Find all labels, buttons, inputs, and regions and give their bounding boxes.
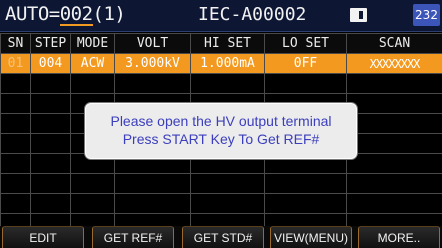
- header-scan: SCAN: [346, 33, 442, 54]
- cell-scan: XXXXXXXX: [346, 53, 442, 74]
- dialog-line-1: Please open the HV output terminal: [110, 113, 332, 129]
- cell-sn: 01: [0, 53, 31, 74]
- file-name: IEC-A00002: [198, 4, 307, 25]
- header-sn: SN: [0, 33, 31, 54]
- cell-lo-set: 0FF: [264, 53, 347, 74]
- header-volt: VOLT: [114, 33, 191, 54]
- cell-mode: ACW: [70, 53, 115, 74]
- table-header-row: SN STEP MODE VOLT HI SET LO SET SCAN: [0, 33, 442, 54]
- softkey-more[interactable]: MORE..: [358, 226, 440, 248]
- header-lo-set: LO SET: [264, 33, 347, 54]
- softkey-get-ref[interactable]: GET REF#: [92, 226, 174, 248]
- file-icon: [350, 8, 367, 22]
- table-row[interactable]: 01 004 ACW 3.000kV 1.000mA 0FF XXXXXXXX: [0, 53, 442, 74]
- table-row[interactable]: [0, 173, 442, 194]
- table-row[interactable]: [0, 73, 442, 94]
- auto-separator: =: [48, 3, 60, 25]
- cell-volt: 3.000kV: [114, 53, 191, 74]
- cell-hi-set: 1.000mA: [190, 53, 265, 74]
- auto-number: 002: [59, 3, 93, 25]
- header-step: STEP: [30, 33, 71, 54]
- softkey-edit[interactable]: EDIT: [2, 226, 84, 248]
- header-mode: MODE: [70, 33, 115, 54]
- softkey-get-std[interactable]: GET STD#: [182, 226, 264, 248]
- dialog-line-2: Press START Key To Get REF#: [122, 131, 320, 147]
- counter-badge: 232: [413, 4, 440, 26]
- softkey-view-menu[interactable]: VIEW(MENU): [270, 226, 352, 248]
- auto-label: AUTO: [5, 3, 49, 25]
- auto-step-indicator: AUTO=002(1): [5, 3, 126, 25]
- table-row[interactable]: [0, 193, 442, 214]
- cell-step: 004: [30, 53, 71, 74]
- message-dialog: Please open the HV output terminal Press…: [85, 103, 357, 159]
- header-hi-set: HI SET: [190, 33, 265, 54]
- tester-screen: AUTO=002(1) IEC-A00002 232 SN STEP MODE: [0, 0, 442, 248]
- status-bar: AUTO=002(1) IEC-A00002 232: [0, 0, 442, 32]
- softkey-bar: EDIT GET REF# GET STD# VIEW(MENU) MORE..: [0, 226, 442, 248]
- auto-suffix: (1): [92, 3, 126, 25]
